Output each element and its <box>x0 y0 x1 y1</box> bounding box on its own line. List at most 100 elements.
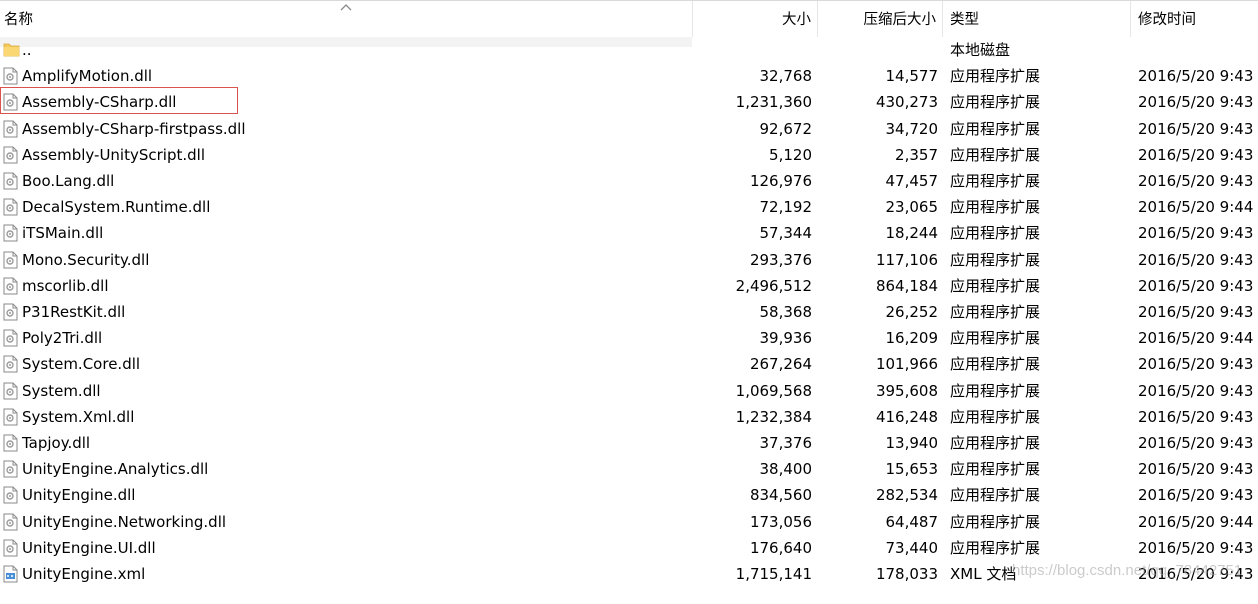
dll-file-icon <box>3 67 19 85</box>
file-modified-time: 2016/5/20 9:43 <box>1138 538 1254 557</box>
file-name: UnityEngine.dll <box>22 486 136 505</box>
file-name: Tapjoy.dll <box>22 434 91 452</box>
dll-file-icon <box>3 382 19 400</box>
xml-file-icon <box>3 565 19 583</box>
file-type: 应用程序扩展 <box>950 276 1041 295</box>
file-name: System.dll <box>22 381 101 400</box>
file-row[interactable]: Mono.Security.dll 293,376 117,106 应用程序扩展 201… <box>0 247 1258 273</box>
file-compressed-size: 14,577 <box>885 67 939 86</box>
file-row[interactable]: P31RestKit.dll 58,368 26,252 应用程序扩展 2016/5/2… <box>0 299 1258 325</box>
file-compressed-size: 178,033 <box>875 565 938 583</box>
file-modified-time: 2016/5/20 9:43 <box>1138 355 1254 374</box>
file-modified-time: 2016/5/20 9:43 <box>1138 145 1254 164</box>
dll-file-icon <box>3 172 19 190</box>
file-compressed-size: 26,252 <box>885 303 939 321</box>
file-size: 1,231,360 <box>735 93 812 112</box>
file-modified-time: 2016/5/20 9:43 <box>1138 460 1254 479</box>
file-size <box>692 37 812 63</box>
file-compressed-size: 18,244 <box>885 224 939 243</box>
file-compressed-size: 73,440 <box>885 538 939 557</box>
dll-file-icon <box>3 408 19 426</box>
file-type: 应用程序扩展 <box>950 460 1041 479</box>
file-size: 1,715,141 <box>735 565 812 583</box>
file-type: 应用程序扩展 <box>950 434 1041 452</box>
file-type: 应用程序扩展 <box>950 329 1041 348</box>
file-size: 1,069,568 <box>735 381 812 400</box>
dll-file-icon <box>3 486 19 504</box>
file-modified-time: 2016/5/20 9:43 <box>1138 250 1254 269</box>
file-compressed-size: 416,248 <box>875 407 938 426</box>
file-modified-time: 2016/5/20 9:43 <box>1138 93 1254 112</box>
file-row[interactable]: Assembly-UnityScript.dll 5,120 2,357 应用程序扩展… <box>0 142 1258 168</box>
file-name: Boo.Lang.dll <box>22 172 115 190</box>
file-type: 应用程序扩展 <box>950 486 1041 505</box>
file-row[interactable]: UnityEngine.UI.dll 176,640 73,440 应用程序扩展 201… <box>0 535 1258 561</box>
file-type: 应用程序扩展 <box>950 250 1041 269</box>
file-row[interactable]: Assembly-CSharp-firstpass.dll 92,672 34,72… <box>0 116 1258 142</box>
column-header-type[interactable]: 类型 <box>943 1 1131 37</box>
file-row[interactable]: Poly2Tri.dll 39,936 16,209 应用程序扩展 2016/5/20 … <box>0 325 1258 351</box>
file-row[interactable]: UnityEngine.Networking.dll 173,056 64,487 应… <box>0 509 1258 535</box>
file-row[interactable]: Tapjoy.dll 37,376 13,940 应用程序扩展 2016/5/20 9:… <box>0 430 1258 456</box>
file-row[interactable]: iTSMain.dll 57,344 18,244 应用程序扩展 2016/5/20 9… <box>0 220 1258 246</box>
file-row[interactable]: System.dll 1,069,568 395,608 应用程序扩展 2016/5/2… <box>0 378 1258 404</box>
file-name: Assembly-UnityScript.dll <box>22 145 205 164</box>
file-compressed-size: 864,184 <box>875 276 938 295</box>
file-type: 应用程序扩展 <box>950 538 1041 557</box>
file-compressed-size: 101,966 <box>875 355 938 374</box>
file-compressed-size: 117,106 <box>875 250 938 269</box>
file-modified-time: 2016/5/20 9:44 <box>1138 512 1254 531</box>
file-size: 57,344 <box>759 224 813 243</box>
sort-ascending-icon <box>340 4 352 11</box>
file-name: DecalSystem.Runtime.dll <box>22 198 211 217</box>
file-row[interactable]: System.Core.dll 267,264 101,966 应用程序扩展 2016/… <box>0 351 1258 377</box>
file-compressed-size: 282,534 <box>875 486 938 505</box>
file-modified-time: 2016/5/20 9:43 <box>1138 434 1254 452</box>
dll-file-icon <box>3 198 19 216</box>
file-size: 5,120 <box>769 145 812 164</box>
file-compressed-size: 34,720 <box>885 119 939 138</box>
file-size: 39,936 <box>759 329 813 348</box>
file-row[interactable]: UnityEngine.Analytics.dll 38,400 15,653 应用程… <box>0 456 1258 482</box>
file-modified-time: 2016/5/20 9:43 <box>1138 486 1254 505</box>
file-compressed-size: 395,608 <box>875 381 938 400</box>
file-modified-time: 2016/5/20 9:44 <box>1138 198 1254 217</box>
file-name: .. <box>22 41 32 59</box>
file-compressed-size: 430,273 <box>875 93 938 112</box>
column-header-size[interactable]: 大小 <box>693 1 818 37</box>
file-modified-time: 2016/5/20 9:43 <box>1138 172 1254 190</box>
file-modified-time: 2016/5/20 9:43 <box>1138 407 1254 426</box>
file-size: 176,640 <box>749 538 812 557</box>
folder-icon <box>3 41 20 59</box>
file-row[interactable]: UnityEngine.dll 834,560 282,534 应用程序扩展 2016/… <box>0 482 1258 508</box>
file-row[interactable]: System.Xml.dll 1,232,384 416,248 应用程序扩展 2016… <box>0 404 1258 430</box>
file-compressed-size <box>818 37 938 63</box>
file-compressed-size: 64,487 <box>885 512 939 531</box>
file-type: 应用程序扩展 <box>950 145 1041 164</box>
file-row[interactable]: DecalSystem.Runtime.dll 72,192 23,065 应用程序扩… <box>0 194 1258 220</box>
file-type: 应用程序扩展 <box>950 224 1041 243</box>
file-size: 2,496,512 <box>735 276 812 295</box>
file-type: 应用程序扩展 <box>950 172 1041 190</box>
file-name: Assembly-CSharp-firstpass.dll <box>22 119 246 138</box>
file-list-view: 名称 大小 压缩后大小 类型 修改时间 .. 本地磁盘 AmplifyMotion.… <box>0 0 1258 604</box>
column-header-modified[interactable]: 修改时间 <box>1131 1 1258 37</box>
file-size: 173,056 <box>749 512 812 531</box>
dll-file-icon <box>3 329 19 347</box>
dll-file-icon <box>3 251 19 269</box>
file-row[interactable]: mscorlib.dll 2,496,512 864,184 应用程序扩展 2016/5… <box>0 273 1258 299</box>
file-row[interactable]: Assembly-CSharp.dll 1,231,360 430,273 应用程序扩… <box>0 89 1258 115</box>
dll-file-icon <box>3 224 19 242</box>
file-row[interactable]: .. 本地磁盘 <box>0 37 1258 63</box>
file-row[interactable]: Boo.Lang.dll 126,976 47,457 应用程序扩展 2016/5/20… <box>0 168 1258 194</box>
column-header-compressed[interactable]: 压缩后大小 <box>818 1 943 37</box>
file-name: UnityEngine.Analytics.dll <box>22 460 209 479</box>
file-modified-time <box>1138 37 1254 63</box>
file-modified-time: 2016/5/20 9:43 <box>1138 67 1254 86</box>
file-name: UnityEngine.xml <box>22 565 146 583</box>
file-compressed-size: 15,653 <box>885 460 939 479</box>
dll-file-icon <box>3 539 19 557</box>
file-row[interactable]: AmplifyMotion.dll 32,768 14,577 应用程序扩展 2016/… <box>0 63 1258 89</box>
watermark-text: https://blog.csdn.net/qq_78442751 <box>1012 562 1243 579</box>
file-size: 72,192 <box>759 198 813 217</box>
